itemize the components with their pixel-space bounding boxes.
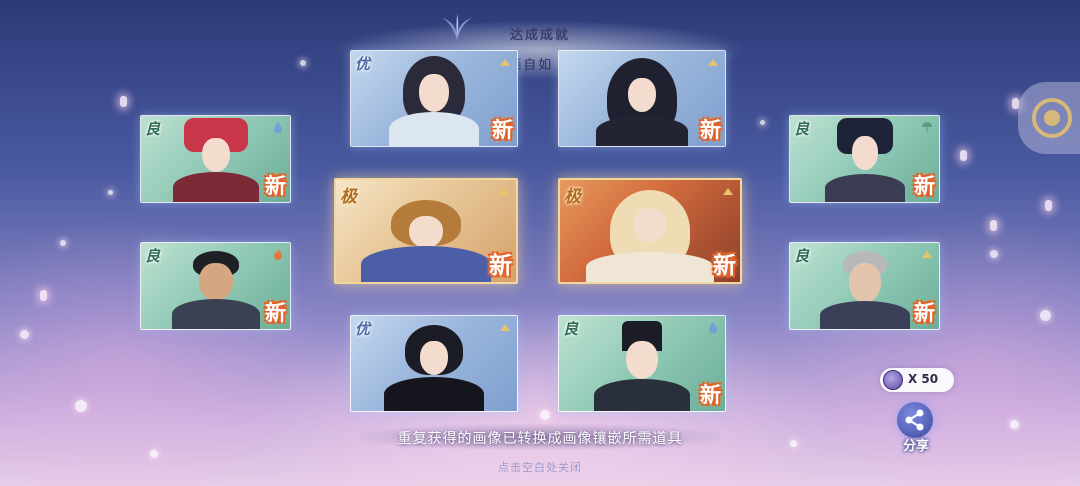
new-badge: 新 — [265, 173, 286, 198]
new-badge: 新 — [914, 300, 935, 325]
currency-amount: X 50 — [908, 372, 939, 386]
portrait-card[interactable]: 良 新 — [789, 242, 940, 330]
water-drop-icon — [709, 322, 717, 333]
new-badge: 新 — [713, 252, 736, 279]
character-portrait — [592, 56, 692, 146]
mountain-icon — [708, 59, 718, 66]
character-portrait — [356, 182, 496, 282]
new-badge: 新 — [700, 117, 721, 142]
character-portrait — [384, 321, 484, 411]
character-portrait — [592, 321, 692, 411]
portrait-card[interactable]: 良 新 — [789, 115, 940, 203]
new-badge: 新 — [914, 173, 935, 198]
lotus-icon — [436, 12, 478, 42]
mountain-icon — [499, 188, 509, 195]
new-badge: 新 — [492, 117, 513, 142]
new-badge: 新 — [489, 252, 512, 279]
character-portrait — [171, 118, 261, 202]
rarity-label: 优 — [355, 320, 371, 338]
portrait-card[interactable]: 新 — [558, 50, 726, 147]
rarity-label: 良 — [794, 120, 810, 138]
character-portrait — [819, 245, 910, 329]
currency-coin-icon — [883, 370, 903, 390]
rarity-label: 良 — [563, 320, 579, 338]
portrait-card[interactable]: 极 新 — [334, 178, 518, 284]
share-button[interactable] — [897, 402, 933, 438]
character-portrait — [580, 182, 720, 282]
flame-icon — [274, 249, 282, 260]
water-drop-icon — [274, 122, 282, 133]
portrait-card[interactable]: 良 新 — [558, 315, 726, 412]
currency-counter: X 50 — [880, 368, 954, 392]
new-badge: 新 — [265, 300, 286, 325]
share-label[interactable]: 分享 — [893, 435, 939, 454]
new-badge: 新 — [700, 382, 721, 407]
mountain-icon — [922, 251, 932, 258]
portrait-card[interactable]: 良 新 — [140, 115, 291, 203]
character-portrait — [171, 245, 261, 329]
mountain-icon — [723, 188, 733, 195]
portrait-card[interactable]: 优 — [350, 315, 518, 412]
rarity-label: 极 — [564, 187, 581, 207]
rarity-label: 优 — [355, 55, 371, 73]
character-portrait — [820, 118, 910, 202]
mountain-icon — [500, 324, 510, 331]
portrait-card[interactable]: 优 新 — [350, 50, 518, 147]
close-hint[interactable]: 点击空白处关闭 — [0, 459, 1080, 475]
portrait-card[interactable]: 良 新 — [140, 242, 291, 330]
rarity-label: 良 — [794, 247, 810, 265]
achievement-title: 达成成就 — [509, 28, 570, 43]
gear-icon[interactable] — [1018, 82, 1080, 154]
rarity-label: 极 — [340, 187, 357, 207]
umbrella-icon — [922, 122, 932, 132]
rarity-label: 良 — [145, 247, 161, 265]
portrait-card[interactable]: 极 新 — [558, 178, 742, 284]
character-portrait — [384, 56, 484, 146]
mountain-icon — [500, 59, 510, 66]
rarity-label: 良 — [145, 120, 161, 138]
share-icon — [905, 409, 924, 431]
